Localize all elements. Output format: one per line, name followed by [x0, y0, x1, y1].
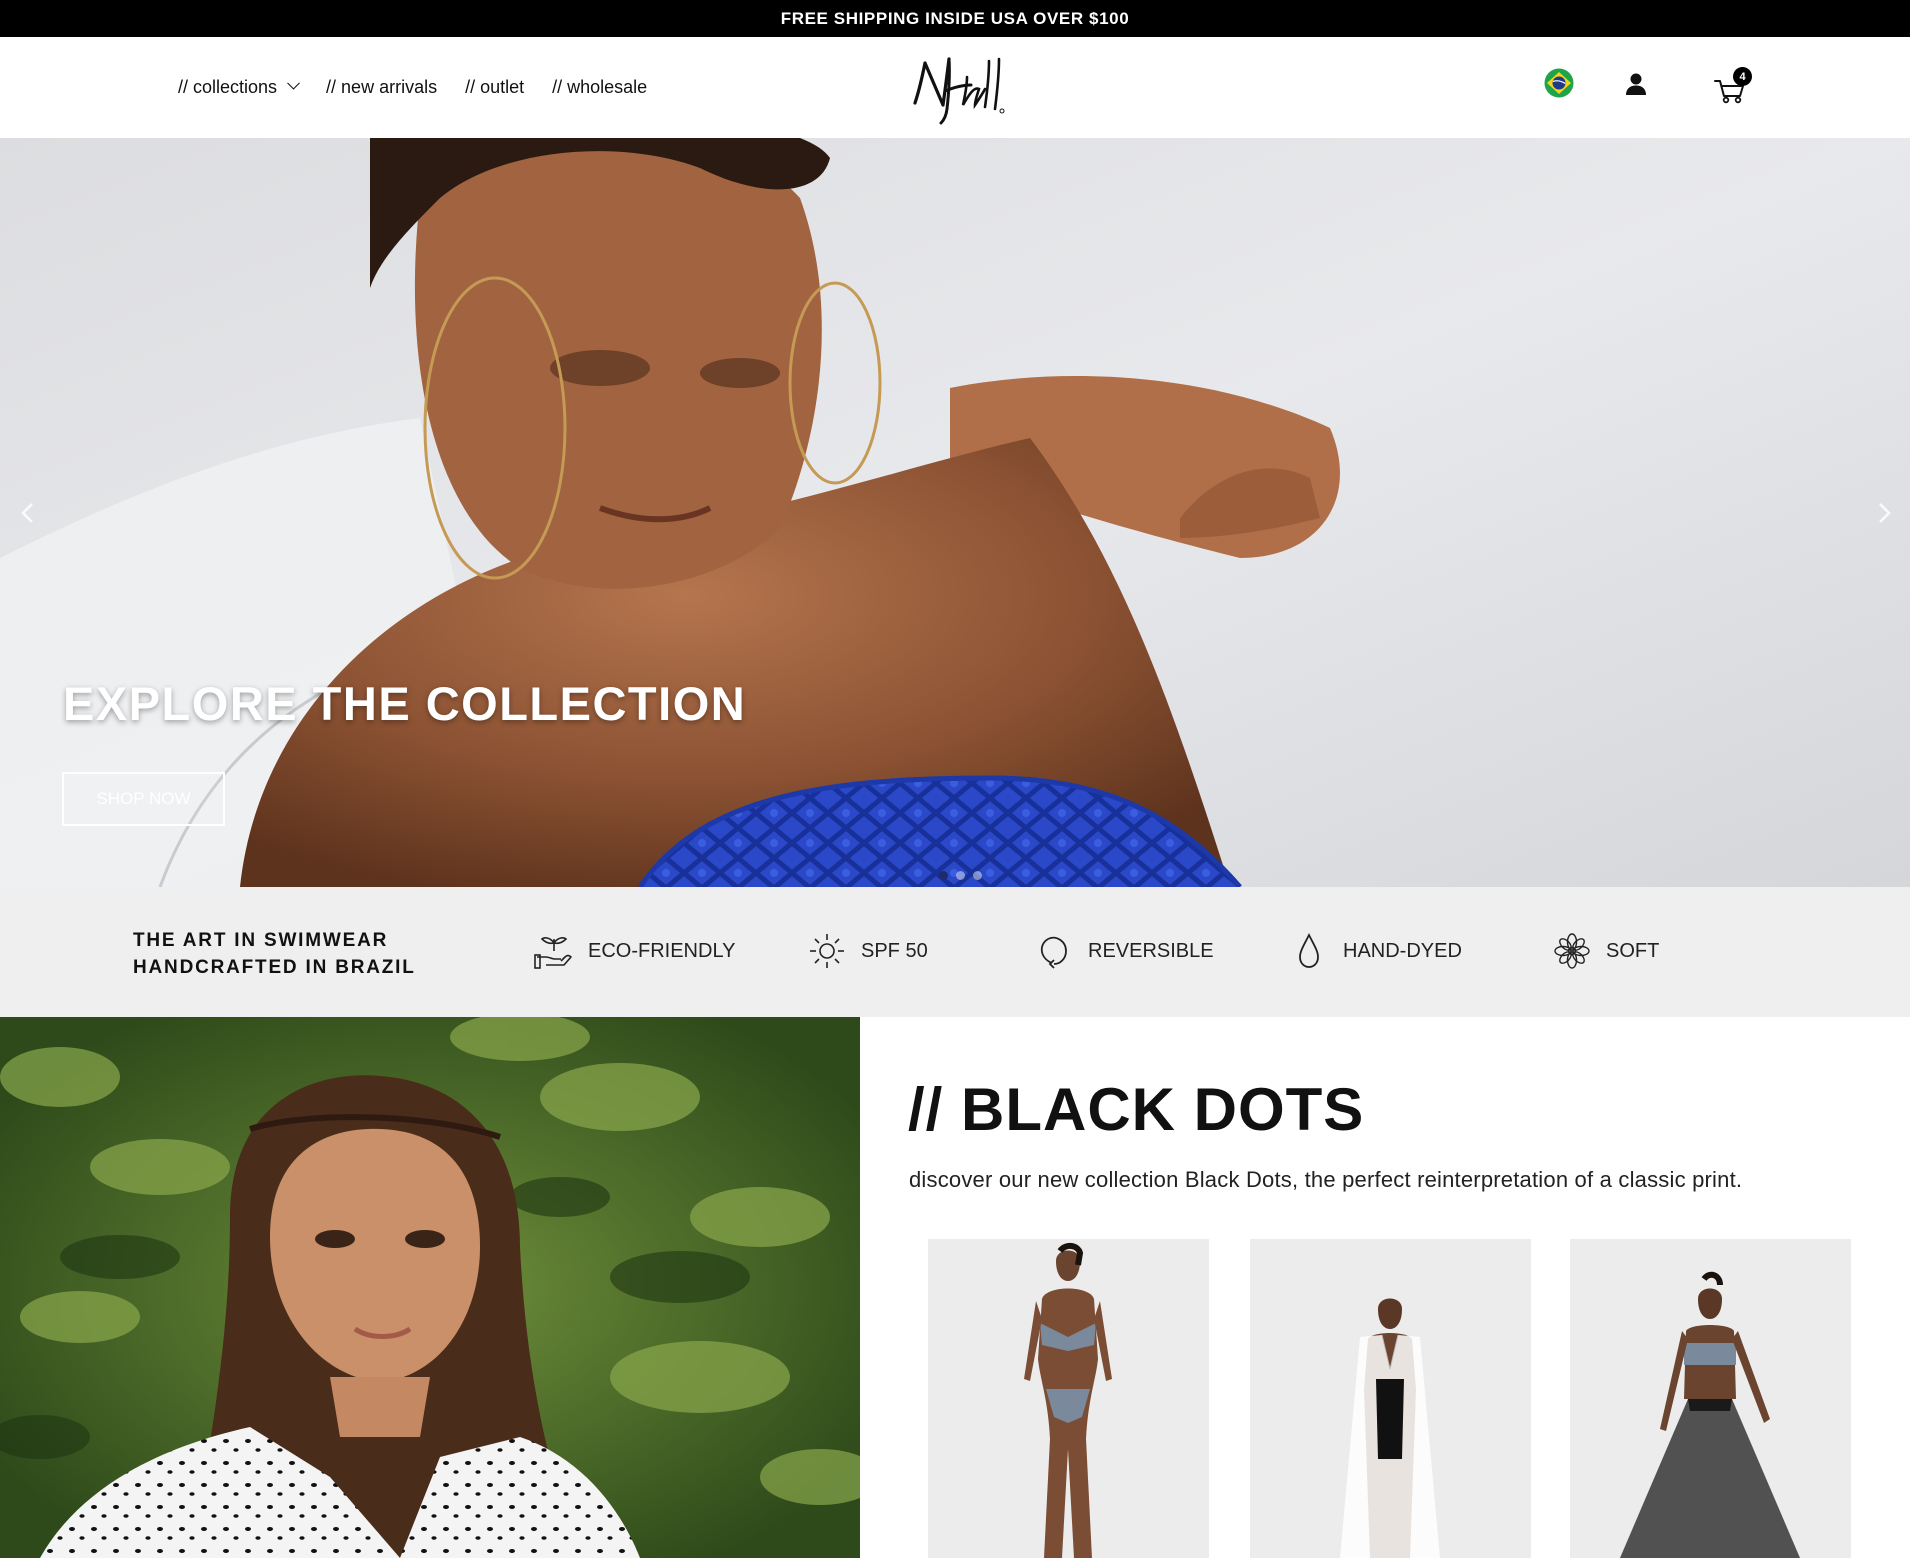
rotate-arrow-icon	[1040, 936, 1067, 969]
feature-eco-friendly: ECO-FRIENDLY	[534, 931, 735, 971]
feature-label: ECO-FRIENDLY	[588, 939, 736, 962]
announcement-text: FREE SHIPPING INSIDE USA OVER $100	[780, 8, 1130, 28]
nav-item-label: // new arrivals	[326, 77, 438, 97]
nav-item-new-arrivals[interactable]: // new arrivals	[326, 77, 437, 98]
nav-item-label: // wholesale	[552, 77, 648, 97]
chevron-down-icon	[287, 76, 300, 90]
feature-hand-dyed: HAND-DYED	[1289, 931, 1462, 971]
user-icon[interactable]	[1623, 71, 1649, 97]
plant-hand-icon	[534, 937, 572, 969]
nav-item-label: // collections	[178, 77, 278, 97]
feature-label: SPF 50	[861, 939, 928, 962]
hero-slider: EXPLORE THE COLLECTION SHOP NOW	[0, 138, 1910, 887]
site-header: // collections // new arrivals // outlet…	[0, 37, 1910, 138]
product-card[interactable]	[928, 1239, 1209, 1558]
flower-icon	[1554, 933, 1590, 969]
cart-button[interactable]: 4	[1712, 67, 1752, 105]
lifestyle-photo	[0, 1017, 860, 1558]
product-card[interactable]	[1250, 1239, 1531, 1558]
feature-label: REVERSIBLE	[1088, 939, 1214, 962]
slider-dots	[939, 871, 982, 880]
slider-dot[interactable]	[973, 871, 982, 880]
feature-soft: SOFT	[1552, 931, 1659, 971]
tagline-line: HANDCRAFTED IN BRAZIL	[133, 957, 416, 978]
product-image	[928, 1239, 1209, 1558]
collection-title: // BLACK DOTS	[908, 1076, 1365, 1143]
slider-dot[interactable]	[956, 871, 965, 880]
brand-logo[interactable]	[905, 51, 1025, 127]
product-image	[1570, 1239, 1851, 1558]
feature-spf-50: SPF 50	[807, 931, 928, 971]
product-image	[1250, 1239, 1531, 1558]
slider-dot[interactable]	[939, 871, 948, 880]
chevron-left-icon[interactable]	[16, 501, 40, 525]
hero-title: EXPLORE THE COLLECTION	[63, 677, 747, 730]
feature-label: HAND-DYED	[1343, 939, 1462, 962]
announcement-bar: FREE SHIPPING INSIDE USA OVER $100	[0, 0, 1910, 37]
shop-now-button[interactable]: SHOP NOW	[62, 772, 225, 826]
features-strip: THE ART IN SWIMWEAR HANDCRAFTED IN BRAZI…	[0, 887, 1910, 1017]
lifestyle-image[interactable]	[0, 1017, 860, 1558]
collection-section: // BLACK DOTS discover our new collectio…	[860, 1017, 1910, 1558]
tagline-line: THE ART IN SWIMWEAR	[133, 930, 389, 951]
brazil-flag-icon[interactable]	[1544, 68, 1574, 98]
brand-tagline: THE ART IN SWIMWEAR HANDCRAFTED IN BRAZI…	[133, 927, 416, 981]
nav-item-collections[interactable]: // collections	[178, 76, 300, 98]
collection-description: discover our new collection Black Dots, …	[909, 1167, 1743, 1192]
sun-icon	[810, 934, 844, 968]
nav-item-outlet[interactable]: // outlet	[465, 77, 524, 98]
main-nav: // collections // new arrivals // outlet…	[178, 37, 647, 138]
feature-reversible: REVERSIBLE	[1034, 931, 1214, 971]
nav-item-label: // outlet	[465, 77, 525, 97]
hero-image	[0, 138, 1910, 887]
nav-item-wholesale[interactable]: // wholesale	[552, 77, 647, 98]
chevron-right-icon[interactable]	[1872, 501, 1896, 525]
product-card[interactable]	[1570, 1239, 1851, 1558]
drop-icon	[1299, 932, 1319, 968]
feature-label: SOFT	[1606, 939, 1660, 962]
cart-count-badge: 4	[1733, 67, 1752, 86]
